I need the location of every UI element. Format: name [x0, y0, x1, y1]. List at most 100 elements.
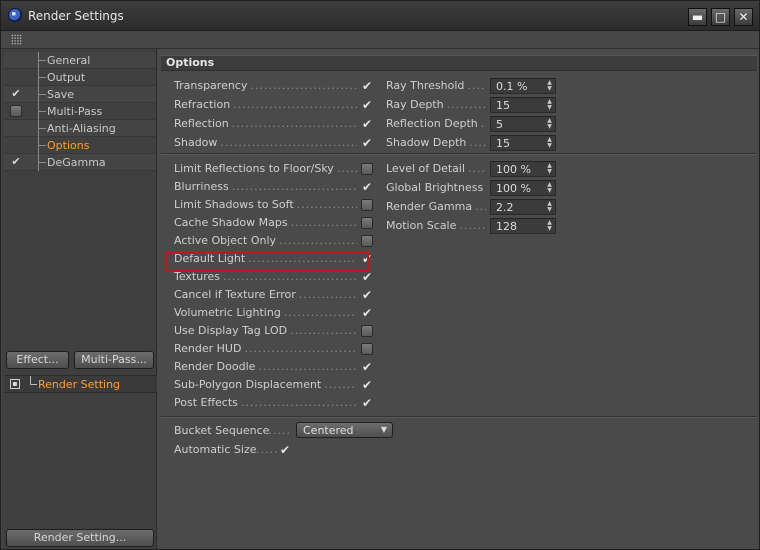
leader-dots: ........................................… [233, 98, 357, 111]
option-checkbox[interactable]: ✔ [361, 271, 373, 283]
tree-connector [39, 128, 46, 129]
option-row: Shadow..................................… [174, 134, 375, 152]
sidebar-item-2[interactable]: ✔ Save [4, 86, 156, 103]
numeric-row: Shadow Depth............................… [386, 134, 558, 152]
option-checkbox[interactable] [361, 235, 373, 247]
sidebar-item-1[interactable]: Output [4, 69, 156, 86]
expand-icon[interactable]: ▪ [10, 379, 20, 389]
title-bar[interactable]: Render Settings ▬ □ ✕ [1, 1, 759, 31]
sidebar-item-5[interactable]: Options [4, 137, 156, 154]
spinner-arrows-icon[interactable]: ▲ ▼ [546, 163, 553, 175]
option-checkbox[interactable]: ✔ [361, 118, 373, 130]
option-checkbox[interactable]: ✔ [361, 361, 373, 373]
sidebar-item-3[interactable]: Multi-Pass [4, 103, 156, 120]
numeric-field[interactable]: 128 ▲ ▼ [490, 218, 556, 234]
option-row: Blurriness..............................… [174, 178, 375, 196]
leader-dots: ........................................ [459, 219, 486, 232]
numeric-field[interactable]: 100 % ▲ ▼ [490, 161, 556, 177]
option-checkbox[interactable]: ✔ [361, 379, 373, 391]
leader-dots: ........................................… [231, 117, 357, 130]
option-label: Cancel if Texture Error [174, 288, 296, 301]
multipass-button[interactable]: Multi-Pass... [74, 351, 154, 369]
option-label: Reflection [174, 117, 229, 130]
numeric-row: Global Brightness.......................… [386, 179, 558, 197]
spinner-arrows-icon[interactable]: ▲ ▼ [546, 137, 553, 149]
leader-dots: ........................................… [279, 234, 357, 247]
sidebar-item-label: Anti-Aliasing [47, 122, 116, 135]
sidebar-item-checkbox[interactable]: ✔ [10, 88, 22, 100]
option-label: Blurriness [174, 180, 229, 193]
leader-dots: ....... [247, 443, 277, 456]
option-label: Cache Shadow Maps [174, 216, 288, 229]
sidebar-item-0[interactable]: General [4, 52, 156, 69]
automatic-size-label: Automatic Size [174, 443, 257, 456]
option-checkbox[interactable]: ✔ [361, 181, 373, 193]
close-button[interactable]: ✕ [734, 8, 753, 26]
option-label: Refraction [174, 98, 231, 111]
numeric-value: 100 % [496, 163, 531, 176]
numeric-row: Ray Threshold...........................… [386, 77, 558, 95]
option-checkbox[interactable]: ✔ [361, 397, 373, 409]
option-checkbox[interactable] [361, 163, 373, 175]
option-row: Render HUD..............................… [174, 340, 375, 358]
numeric-field[interactable]: 2.2 ▲ ▼ [490, 199, 556, 215]
leader-dots: ........................................… [336, 162, 357, 175]
numeric-label: Shadow Depth [386, 136, 467, 149]
option-checkbox[interactable] [361, 217, 373, 229]
option-checkbox[interactable] [361, 325, 373, 337]
option-row: Active Object Only......................… [174, 232, 375, 250]
leader-dots: ........................................… [324, 378, 357, 391]
numeric-value: 100 % [496, 182, 531, 195]
option-row: Limit Shadows to Soft...................… [174, 196, 375, 214]
option-checkbox[interactable]: ✔ [361, 137, 373, 149]
numeric-field[interactable]: 5 ▲ ▼ [490, 116, 556, 132]
option-label: Render HUD [174, 342, 242, 355]
cinema4d-app-icon [8, 8, 22, 22]
option-checkbox[interactable] [361, 199, 373, 211]
spinner-arrows-icon[interactable]: ▲ ▼ [546, 182, 553, 194]
option-checkbox[interactable]: ✔ [361, 99, 373, 111]
numeric-label: Ray Depth [386, 98, 444, 111]
numeric-label: Motion Scale [386, 219, 457, 232]
numeric-field[interactable]: 0.1 % ▲ ▼ [490, 78, 556, 94]
numeric-value: 0.1 % [496, 80, 528, 93]
option-row: Post Effects............................… [174, 394, 375, 412]
sidebar-item-6[interactable]: ✔ DeGamma [4, 154, 156, 171]
option-checkbox[interactable]: ✔ [361, 289, 373, 301]
section-title: Options [161, 55, 757, 71]
spinner-arrows-icon[interactable]: ▲ ▼ [546, 118, 553, 130]
option-checkbox[interactable] [361, 343, 373, 355]
option-row: Cache Shadow Maps.......................… [174, 214, 375, 232]
spinner-arrows-icon[interactable]: ▲ ▼ [546, 220, 553, 232]
effect-button[interactable]: Effect... [6, 351, 69, 369]
render-setting-item[interactable]: Render Setting [38, 378, 120, 391]
sidebar-item-checkbox[interactable] [10, 105, 22, 117]
minimize-button[interactable]: ▬ [688, 8, 707, 26]
sidebar-item-checkbox[interactable]: ✔ [10, 156, 22, 168]
sidebar-item-4[interactable]: Anti-Aliasing [4, 120, 156, 137]
bucket-sequence-dropdown[interactable]: Centered ▼ [296, 422, 393, 438]
tree-connector [39, 111, 46, 112]
leader-dots: ........................................ [475, 200, 486, 213]
automatic-size-checkbox[interactable]: ✔ [279, 444, 291, 456]
spinner-arrows-icon[interactable]: ▲ ▼ [546, 99, 553, 111]
leader-dots: ....... [264, 424, 292, 437]
numeric-field[interactable]: 100 % ▲ ▼ [490, 180, 556, 196]
numeric-field[interactable]: 15 ▲ ▼ [490, 135, 556, 151]
numeric-row: Reflection Depth........................… [386, 115, 558, 133]
numeric-field[interactable]: 15 ▲ ▼ [490, 97, 556, 113]
render-setting-button[interactable]: Render Setting... [6, 529, 154, 547]
spinner-arrows-icon[interactable]: ▲ ▼ [546, 80, 553, 92]
option-checkbox[interactable]: ✔ [361, 307, 373, 319]
tree-connector [39, 77, 46, 78]
tree-connector [39, 60, 46, 61]
layout-grip-icon[interactable] [11, 34, 22, 45]
maximize-button[interactable]: □ [711, 8, 730, 26]
option-checkbox[interactable]: ✔ [361, 80, 373, 92]
leader-dots: ........................................… [283, 306, 357, 319]
spinner-arrows-icon[interactable]: ▲ ▼ [546, 201, 553, 213]
divider [161, 153, 757, 155]
window-title: Render Settings [28, 9, 124, 23]
option-label: Shadow [174, 136, 218, 149]
leader-dots: ........................................… [290, 324, 357, 337]
